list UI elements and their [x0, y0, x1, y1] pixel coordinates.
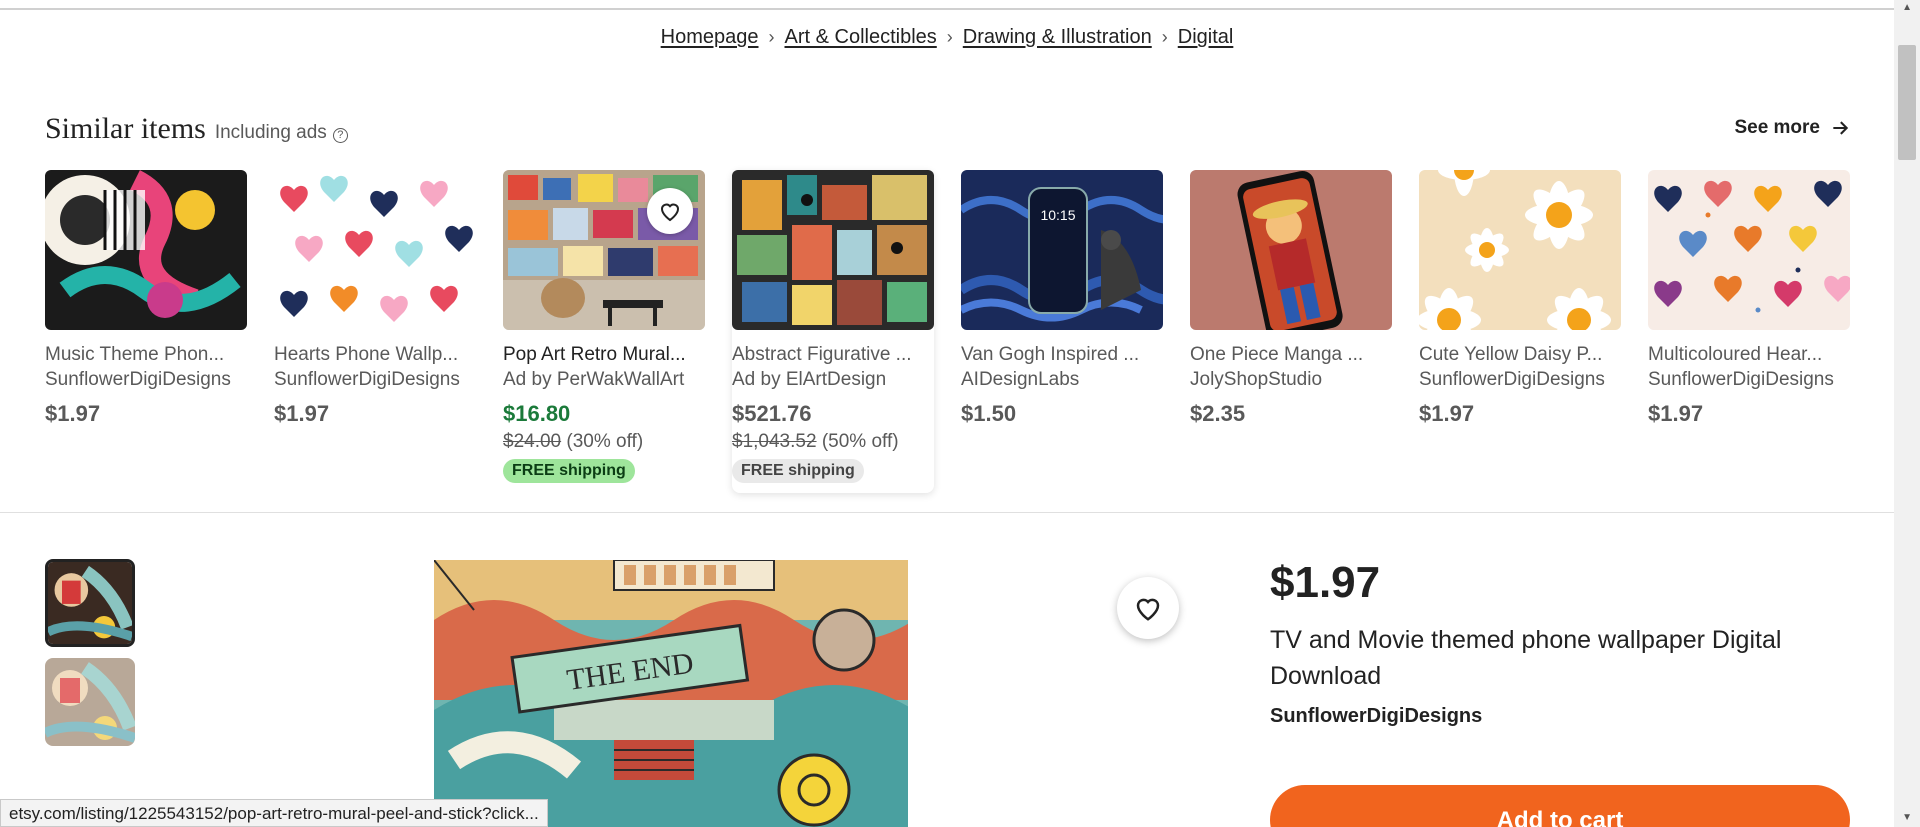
listing-shop: SunflowerDigiDesigns	[1648, 369, 1834, 390]
listing-thumbnail[interactable]	[732, 170, 934, 330]
listing-shop: SunflowerDigiDesigns	[274, 369, 460, 390]
listing-title[interactable]: Van Gogh Inspired ...	[961, 344, 1163, 366]
heart-icon	[1136, 598, 1160, 621]
listing-thumbnail[interactable]	[1648, 170, 1850, 330]
free-shipping-badge: FREE shipping	[732, 459, 864, 483]
scroll-down-arrow-icon[interactable]: ▼	[1902, 812, 1912, 823]
listing-sale-price: $521.76	[732, 401, 812, 426]
heart-icon	[660, 203, 680, 222]
phone-clock: 10:15	[1040, 207, 1075, 223]
listing-title[interactable]: Pop Art Retro Mural...	[503, 344, 705, 366]
chevron-right-icon: ›	[946, 27, 953, 47]
scrollbar-thumb[interactable]	[1898, 45, 1916, 160]
listing-shop: Ad by ElArtDesign	[732, 369, 887, 390]
breadcrumb: Homepage › Art & Collectibles › Drawing …	[0, 26, 1894, 49]
free-shipping-badge: FREE shipping	[503, 459, 635, 483]
listing-original-price-row: $24.00 (30% off)	[503, 431, 705, 453]
listing-thumbnail[interactable]	[274, 170, 476, 330]
listing-price: $1.97	[1648, 401, 1704, 426]
listing-thumbnail[interactable]	[503, 170, 705, 330]
favorite-button[interactable]	[1117, 577, 1179, 639]
top-divider	[0, 8, 1894, 10]
listing-shop: Ad by PerWakWallArt	[503, 369, 685, 390]
breadcrumb-digital[interactable]: Digital	[1178, 26, 1234, 49]
listing-thumbnail[interactable]	[1190, 170, 1392, 330]
listing-original-price: $1,043.52	[732, 431, 817, 452]
listing-original-price-row: $1,043.52 (50% off)	[732, 431, 926, 453]
listing-shop: JolyShopStudio	[1190, 369, 1323, 390]
arrow-right-icon	[1833, 121, 1849, 135]
listing-card[interactable]: One Piece Manga ... JolyShopStudio $2.35	[1190, 170, 1392, 427]
listing-shop: SunflowerDigiDesigns	[1419, 369, 1605, 390]
breadcrumb-art-collectibles[interactable]: Art & Collectibles	[785, 26, 937, 49]
see-more-link[interactable]: See more	[1734, 117, 1850, 139]
listing-price: $2.35	[1190, 401, 1246, 426]
scroll-up-arrow-icon[interactable]: ▲	[1902, 2, 1912, 13]
product-shop-link[interactable]: SunflowerDigiDesigns	[1270, 705, 1482, 728]
including-ads-label: Including ads	[214, 122, 327, 143]
listing-thumbnail[interactable]	[1419, 170, 1621, 330]
scrollbar[interactable]: ▲ ▼	[1894, 0, 1920, 827]
section-divider	[0, 512, 1894, 513]
listing-title[interactable]: Abstract Figurative ...	[732, 344, 934, 366]
product-title: TV and Movie themed phone wallpaper Digi…	[1270, 626, 1782, 690]
listing-title[interactable]: One Piece Manga ...	[1190, 344, 1392, 366]
breadcrumb-homepage[interactable]: Homepage	[661, 26, 759, 49]
listing-card[interactable]: 10:15 Van Gogh Inspired ... AIDesignLabs…	[961, 170, 1163, 427]
listing-shop: AIDesignLabs	[961, 369, 1080, 390]
similar-items-list: Music Theme Phon... SunflowerDigiDesigns…	[45, 170, 1850, 500]
add-to-cart-button[interactable]: Add to cart	[1270, 785, 1850, 827]
similar-items-header: Similar items Including ads ?	[45, 112, 348, 146]
listing-title[interactable]: Cute Yellow Daisy P...	[1419, 344, 1621, 366]
listing-price: $1.50	[961, 401, 1017, 426]
listing-card[interactable]: Abstract Figurative ... Ad by ElArtDesig…	[732, 170, 934, 493]
listing-card[interactable]: Music Theme Phon... SunflowerDigiDesigns…	[45, 170, 247, 427]
listing-card[interactable]: Cute Yellow Daisy P... SunflowerDigiDesi…	[1419, 170, 1621, 427]
listing-original-price: $24.00	[503, 431, 562, 452]
similar-items-title: Similar items	[45, 112, 206, 145]
chevron-right-icon: ›	[768, 27, 775, 47]
breadcrumb-drawing-illustration[interactable]: Drawing & Illustration	[963, 26, 1152, 49]
listing-price: $1.97	[45, 401, 101, 426]
listing-thumbnail[interactable]	[45, 170, 247, 330]
main-product-image[interactable]: THE END	[434, 560, 908, 827]
listing-title[interactable]: Music Theme Phon...	[45, 344, 247, 366]
listing-sale-price: $16.80	[503, 401, 571, 426]
favorite-button[interactable]	[647, 188, 693, 234]
listing-shop: SunflowerDigiDesigns	[45, 369, 231, 390]
listing-card[interactable]: Hearts Phone Wallp... SunflowerDigiDesig…	[274, 170, 476, 427]
listing-discount: (50% off)	[821, 431, 899, 452]
product-price: $1.97	[1270, 558, 1381, 607]
listing-card[interactable]: Pop Art Retro Mural... Ad by PerWakWallA…	[503, 170, 705, 483]
chevron-right-icon: ›	[1161, 27, 1168, 47]
listing-title[interactable]: Multicoloured Hear...	[1648, 344, 1850, 366]
status-bar-url: etsy.com/listing/1225543152/pop-art-retr…	[0, 799, 548, 827]
listing-card[interactable]: Multicoloured Hear... SunflowerDigiDesig…	[1648, 170, 1850, 427]
see-more-label: See more	[1734, 117, 1820, 138]
listing-discount: (30% off)	[566, 431, 644, 452]
listing-price: $1.97	[1419, 401, 1475, 426]
listing-price: $1.97	[274, 401, 330, 426]
listing-title[interactable]: Hearts Phone Wallp...	[274, 344, 476, 366]
image-thumbnail[interactable]	[45, 658, 135, 746]
image-thumbnail-selected[interactable]	[45, 559, 135, 647]
listing-thumbnail[interactable]: 10:15	[961, 170, 1163, 330]
question-circle-icon[interactable]: ?	[332, 128, 348, 143]
